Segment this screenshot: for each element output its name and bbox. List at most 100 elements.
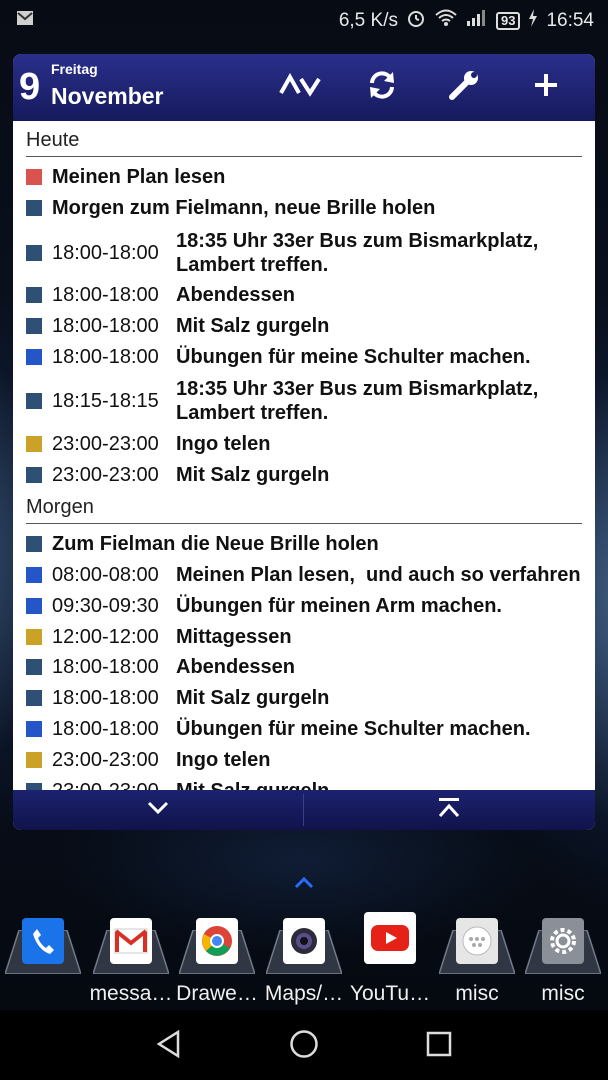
- color-marker: [26, 752, 42, 768]
- color-marker: [26, 567, 42, 583]
- event-time: 18:00-18:00: [52, 283, 159, 306]
- month-label: November: [51, 83, 164, 109]
- scroll-to-top-button[interactable]: [304, 790, 594, 830]
- event-title: Ingo telen: [176, 433, 271, 455]
- list-item[interactable]: Morgen zum Fielmann, neue Brille holen: [26, 196, 586, 220]
- event-title: Mit Salz gurgeln: [176, 315, 330, 337]
- event-title: Mittagessen: [176, 626, 292, 648]
- list-item[interactable]: 18:00-18:00 Mit Salz gurgeln: [26, 314, 586, 338]
- event-time: 09:30-09:30: [52, 594, 159, 617]
- status-bar: 6,5 K/s 93 16:54: [0, 0, 608, 40]
- list-item[interactable]: 18:00-18:00 Übungen für meine Schulter m…: [26, 717, 586, 741]
- color-marker: [26, 659, 42, 675]
- list-item[interactable]: 18:00-18:00 Mit Salz gurgeln: [26, 686, 586, 710]
- list-item[interactable]: 12:00-12:00 Mittagessen: [26, 625, 586, 649]
- list-item[interactable]: 23:00-23:00 Ingo telen: [26, 432, 586, 456]
- list-item[interactable]: Zum Fielman die Neue Brille holen: [26, 532, 586, 556]
- event-time: 18:15-18:15: [52, 389, 159, 412]
- list-item[interactable]: 18:00-18:00 18:35 Uhr 33er Bus zum Bisma…: [26, 227, 586, 279]
- signal-icon: [466, 9, 488, 33]
- refresh-button[interactable]: [358, 64, 406, 110]
- color-marker: [26, 245, 42, 261]
- youtube-icon: [364, 912, 416, 964]
- app-label: Drawe…: [176, 982, 258, 1005]
- list-item[interactable]: 08:00-08:00 Meinen Plan lesen, und auch …: [26, 563, 586, 587]
- widget-footer: [13, 790, 595, 830]
- event-time: 18:00-18:00: [52, 345, 159, 368]
- dock-app-misc-folder[interactable]: misc: [434, 910, 520, 1010]
- recents-button[interactable]: [419, 1026, 459, 1066]
- color-marker: [26, 393, 42, 409]
- app-label: misc: [541, 982, 585, 1005]
- dock-app-misc-settings[interactable]: misc: [520, 910, 606, 1010]
- dock-app-maps[interactable]: Maps/…: [261, 910, 347, 1010]
- camera-icon: [283, 918, 325, 964]
- event-time: 18:00-18:00: [52, 717, 159, 740]
- phone-icon: [22, 918, 64, 964]
- dock-app-youtube[interactable]: YouTu…: [347, 910, 433, 1010]
- sort-button[interactable]: [276, 64, 324, 110]
- event-title: Mit Salz gurgeln: [176, 464, 330, 486]
- event-title: Mit Salz gurgeln: [176, 687, 330, 709]
- event-time: 18:00-18:00: [52, 655, 159, 678]
- calendar-widget: 9 Freitag November Heute Meinen Plan les…: [13, 54, 595, 830]
- settings-wrench-button[interactable]: [440, 64, 488, 110]
- scroll-down-button[interactable]: [13, 790, 303, 830]
- dock-app-messages[interactable]: messa…: [88, 910, 174, 1010]
- sort-az-icon: [279, 72, 321, 102]
- list-item[interactable]: 18:00-18:00 Abendessen: [26, 655, 586, 679]
- event-title: Übungen für meinen Arm machen.: [176, 595, 502, 617]
- event-time: 23:00-23:00: [52, 748, 159, 771]
- chrome-icon: [196, 918, 238, 964]
- navigation-bar: [0, 1010, 608, 1080]
- list-item[interactable]: 18:15-18:15 18:35 Uhr 33er Bus zum Bisma…: [26, 375, 586, 427]
- wrench-icon: [447, 68, 481, 107]
- gmail-notification-icon: [16, 10, 34, 32]
- list-item[interactable]: 23:00-23:00 Mit Salz gurgeln: [26, 463, 586, 487]
- back-button[interactable]: [149, 1026, 189, 1066]
- color-marker: [26, 169, 42, 185]
- app-drawer-button[interactable]: [292, 874, 316, 890]
- color-marker: [26, 783, 42, 790]
- color-marker: [26, 721, 42, 737]
- event-title: Morgen zum Fielmann, neue Brille holen: [52, 197, 436, 219]
- scroll-top-icon: [437, 797, 461, 824]
- list-item[interactable]: 18:00-18:00 Abendessen: [26, 283, 586, 307]
- agenda-list[interactable]: Heute Meinen Plan lesen Morgen zum Fielm…: [13, 121, 595, 790]
- widget-header: 9 Freitag November: [13, 54, 595, 121]
- color-marker: [26, 436, 42, 452]
- event-time: 23:00-23:00: [52, 463, 159, 486]
- list-item[interactable]: Meinen Plan lesen: [26, 165, 586, 189]
- back-triangle-icon: [156, 1029, 182, 1063]
- list-item[interactable]: 23:00-23:00 Mit Salz gurgeln: [26, 779, 586, 790]
- add-event-button[interactable]: [522, 64, 570, 110]
- folder-icon: [456, 918, 498, 964]
- list-item[interactable]: 18:00-18:00 Übungen für meine Schulter m…: [26, 345, 586, 369]
- app-label: Maps/…: [264, 982, 344, 1005]
- color-marker: [26, 287, 42, 303]
- color-marker: [26, 349, 42, 365]
- clock: 16:54: [546, 10, 594, 31]
- dock-app-drawer[interactable]: Drawe…: [174, 910, 260, 1010]
- charging-icon: [528, 9, 538, 33]
- event-title: Übungen für meine Schulter machen.: [176, 346, 531, 368]
- event-time: 08:00-08:00: [52, 563, 159, 586]
- event-time: 18:00-18:00: [52, 241, 159, 264]
- chevron-down-icon: [146, 800, 170, 821]
- battery-indicator: 93: [495, 12, 521, 30]
- list-item[interactable]: 23:00-23:00 Ingo telen: [26, 748, 586, 772]
- event-title: Mit Salz gurgeln: [176, 779, 329, 790]
- gmail-icon: [110, 918, 152, 964]
- event-title: Meinen Plan lesen: [52, 166, 226, 188]
- section-header-morgen: Morgen: [26, 496, 582, 524]
- color-marker: [26, 200, 42, 216]
- alarm-icon: [406, 8, 426, 34]
- dock-app-phone[interactable]: [0, 910, 86, 1010]
- home-button[interactable]: [284, 1026, 324, 1066]
- list-item[interactable]: 09:30-09:30 Übungen für meinen Arm mache…: [26, 594, 586, 618]
- network-speed: 6,5 K/s: [338, 10, 398, 31]
- weekday-label: Freitag: [51, 61, 98, 77]
- refresh-icon: [366, 69, 398, 106]
- event-time: 23:00-23:00: [52, 432, 159, 455]
- app-label: messa…: [89, 982, 173, 1005]
